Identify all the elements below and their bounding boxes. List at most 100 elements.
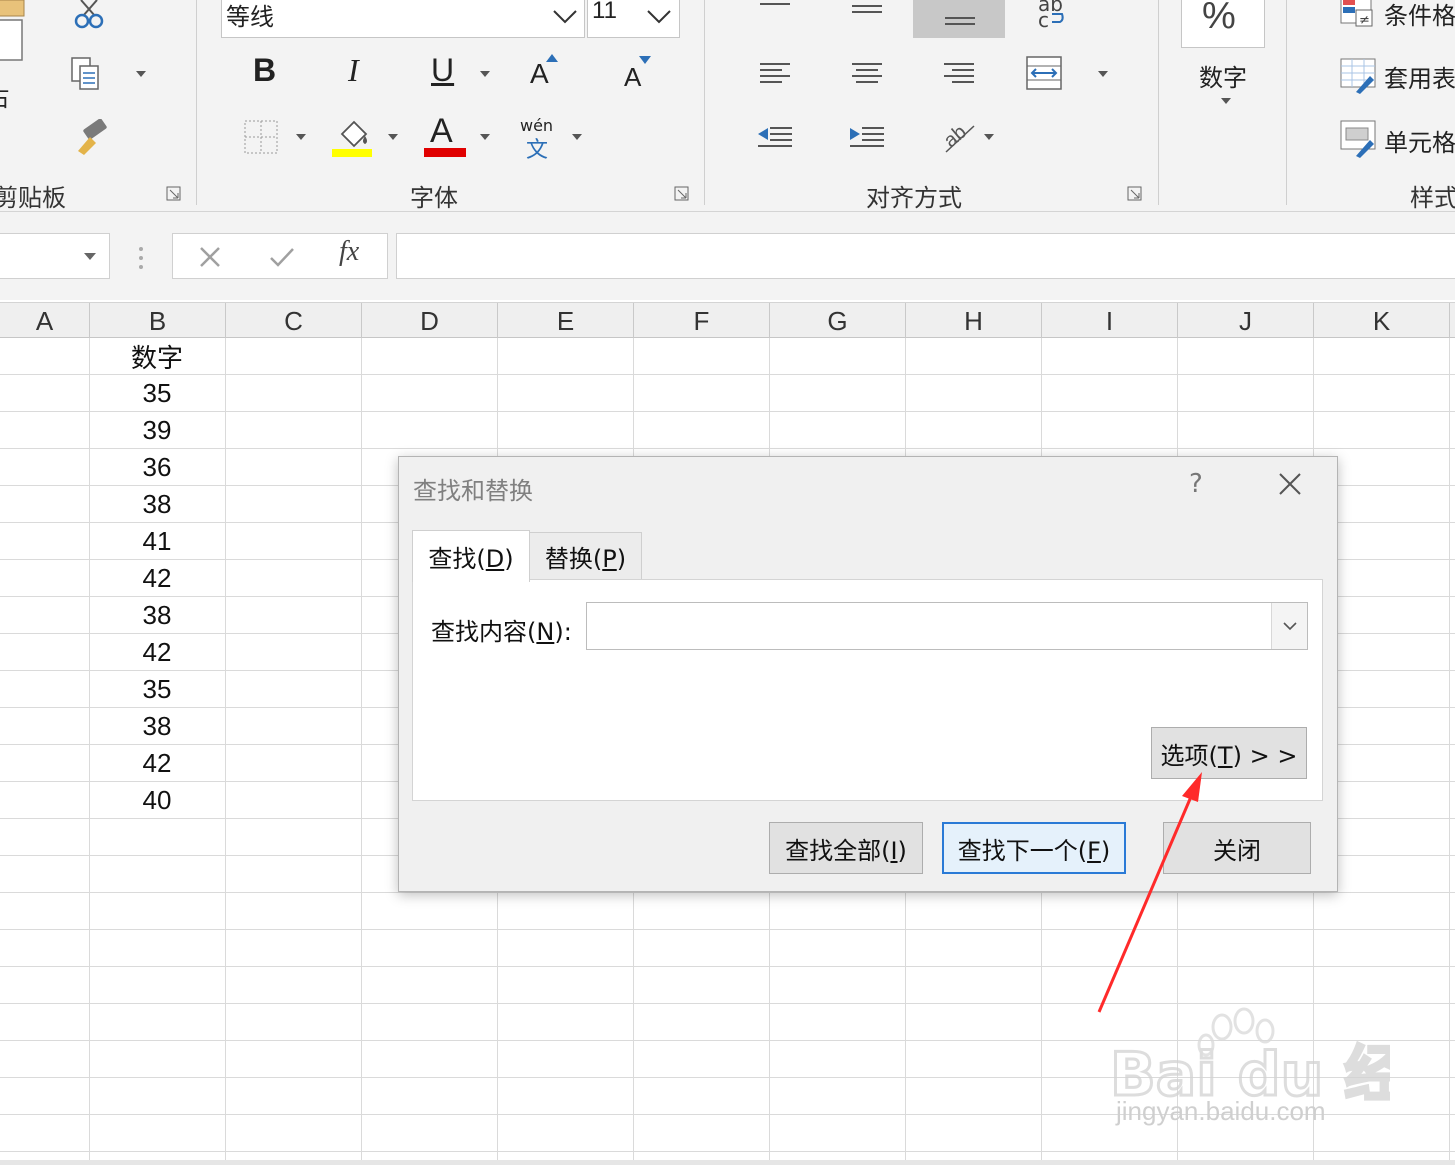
- increase-indent-icon[interactable]: [848, 124, 886, 152]
- name-box-dropdown-icon[interactable]: [84, 253, 96, 260]
- column-header-c[interactable]: C: [226, 303, 362, 339]
- cell-b10[interactable]: 35: [90, 671, 224, 708]
- column-header-j[interactable]: J: [1178, 303, 1314, 339]
- find-replace-dialog: 查找和替换 ? 查找(D) 替换(P) 查找内容(N): 选项(T) > > 查…: [398, 456, 1338, 892]
- font-color-dropdown-icon[interactable]: [480, 134, 490, 140]
- cell-b11[interactable]: 38: [90, 708, 224, 745]
- formula-buttons: fx: [172, 233, 388, 279]
- underline-dropdown-icon[interactable]: [480, 71, 490, 77]
- alignment-launcher-icon[interactable]: [1127, 186, 1143, 202]
- merge-center-icon[interactable]: [1026, 56, 1064, 92]
- cell-b12[interactable]: 42: [90, 745, 224, 782]
- cell-b9[interactable]: 42: [90, 634, 224, 671]
- cell-b5[interactable]: 38: [90, 486, 224, 523]
- find-next-button[interactable]: 查找下一个(F): [942, 822, 1126, 874]
- shrink-font-button[interactable]: A: [624, 62, 641, 93]
- number-button-label[interactable]: 数字: [1199, 58, 1247, 93]
- cell-b1[interactable]: 数字: [90, 338, 224, 375]
- wrap-text-arrow-icon[interactable]: [1048, 10, 1066, 26]
- cell-b7[interactable]: 42: [90, 560, 224, 597]
- close-button[interactable]: 关闭: [1163, 822, 1311, 874]
- column-header-i[interactable]: I: [1042, 303, 1178, 339]
- orientation-icon[interactable]: ab: [940, 118, 980, 156]
- chevron-down-icon: [647, 10, 671, 24]
- number-dropdown-icon[interactable]: [1221, 98, 1231, 104]
- conditional-format-label[interactable]: 条件格: [1384, 0, 1455, 31]
- align-bottom-button[interactable]: [913, 0, 1005, 38]
- borders-dropdown-icon[interactable]: [296, 134, 306, 140]
- column-header-g[interactable]: G: [770, 303, 906, 339]
- cell-b3[interactable]: 39: [90, 412, 224, 449]
- merge-dropdown-icon[interactable]: [1098, 71, 1108, 77]
- copy-button[interactable]: [64, 54, 108, 94]
- tab-find[interactable]: 查找(D): [412, 530, 530, 582]
- fill-color-icon[interactable]: [332, 116, 374, 158]
- cell-styles-icon[interactable]: [1340, 120, 1380, 158]
- column-header-d[interactable]: D: [362, 303, 498, 339]
- svg-text:≠: ≠: [1359, 13, 1370, 28]
- column-header-b[interactable]: B: [90, 303, 226, 339]
- grid-row-line: [0, 1151, 1455, 1152]
- formula-bar-grip-icon[interactable]: [136, 246, 146, 270]
- italic-button[interactable]: I: [348, 52, 359, 89]
- phonetic-dropdown-icon[interactable]: [572, 134, 582, 140]
- cell-styles-label[interactable]: 单元格: [1384, 123, 1455, 158]
- cell-b13[interactable]: 40: [90, 782, 224, 819]
- group-separator: [704, 0, 705, 205]
- column-header-f[interactable]: F: [634, 303, 770, 339]
- align-center-icon[interactable]: [850, 60, 884, 86]
- help-button[interactable]: ?: [1189, 469, 1203, 499]
- font-launcher-icon[interactable]: [674, 186, 690, 202]
- options-button[interactable]: 选项(T) > >: [1151, 727, 1307, 779]
- font-name-select[interactable]: 等线: [221, 0, 585, 38]
- decrease-indent-icon[interactable]: [756, 124, 794, 152]
- borders-icon[interactable]: [244, 120, 278, 154]
- cell-b2[interactable]: 35: [90, 375, 224, 412]
- column-header-a[interactable]: A: [0, 303, 90, 339]
- underline-button[interactable]: U: [431, 52, 454, 89]
- align-left-icon[interactable]: [758, 60, 792, 86]
- copy-icon: [71, 57, 99, 90]
- insert-function-button[interactable]: fx: [339, 236, 359, 268]
- format-painter-button[interactable]: [68, 118, 112, 158]
- number-format-button[interactable]: %: [1181, 0, 1265, 48]
- cell-b4[interactable]: 36: [90, 449, 224, 486]
- enter-check-icon[interactable]: [269, 246, 295, 268]
- tab-replace[interactable]: 替换(P): [530, 532, 642, 580]
- orientation-dropdown-icon[interactable]: [984, 134, 994, 140]
- column-header-h[interactable]: H: [906, 303, 1042, 339]
- close-icon[interactable]: [1277, 471, 1303, 497]
- options-button-label: 选项(T) > >: [1160, 741, 1298, 770]
- font-color-button[interactable]: A: [430, 112, 453, 151]
- name-box[interactable]: [0, 233, 110, 279]
- formula-input[interactable]: [396, 233, 1455, 279]
- find-what-input[interactable]: [586, 602, 1308, 650]
- sheet-tab-bar: [0, 1160, 1455, 1165]
- cut-button[interactable]: [66, 0, 112, 32]
- find-what-label: 查找内容(N):: [431, 618, 572, 646]
- scissors-icon: [74, 0, 104, 29]
- bold-button[interactable]: B: [253, 52, 276, 89]
- cancel-icon[interactable]: [199, 246, 221, 268]
- clipboard-launcher-icon[interactable]: [166, 186, 182, 202]
- phonetic-guide-button[interactable]: 文: [526, 132, 548, 164]
- grow-font-button[interactable]: A: [530, 58, 549, 90]
- align-top-icon[interactable]: [758, 0, 792, 10]
- conditional-format-icon[interactable]: ≠: [1340, 0, 1376, 30]
- dialog-title: 查找和替换: [413, 477, 533, 505]
- cell-b6[interactable]: 41: [90, 523, 224, 560]
- align-right-icon[interactable]: [942, 60, 976, 86]
- ribbon: 占 剪贴板 等线 11: [0, 0, 1455, 212]
- cell-b8[interactable]: 38: [90, 597, 224, 634]
- format-as-table-label[interactable]: 套用表: [1384, 59, 1455, 94]
- copy-dropdown-icon[interactable]: [136, 71, 146, 77]
- fill-color-dropdown-icon[interactable]: [388, 134, 398, 140]
- find-all-button[interactable]: 查找全部(I): [769, 822, 923, 874]
- column-header-k[interactable]: K: [1314, 303, 1450, 339]
- font-size-select[interactable]: 11: [587, 0, 680, 38]
- format-as-table-icon[interactable]: [1340, 58, 1380, 94]
- column-header-e[interactable]: E: [498, 303, 634, 339]
- align-middle-icon[interactable]: [850, 0, 884, 20]
- find-history-dropdown[interactable]: [1271, 603, 1307, 649]
- chevron-down-icon: [553, 10, 577, 24]
